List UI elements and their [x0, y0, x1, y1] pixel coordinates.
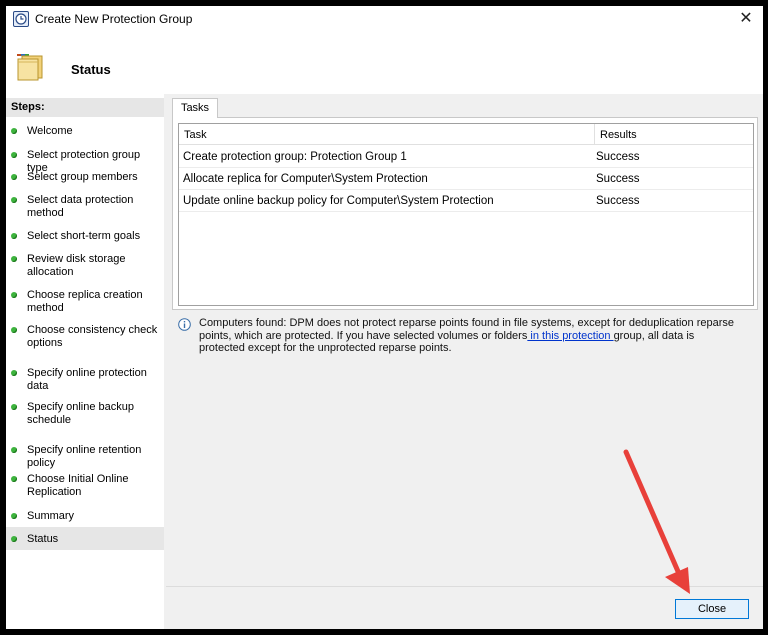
step-complete-icon — [11, 256, 17, 262]
step-complete-icon — [11, 233, 17, 239]
step-label: Specify online protection data — [27, 367, 147, 392]
step-complete-icon — [11, 370, 17, 376]
result-cell: Success — [596, 151, 640, 163]
step-complete-icon — [11, 447, 17, 453]
step-item-data-protection-method[interactable]: Select data protection method — [6, 194, 164, 220]
table-row[interactable]: Create protection group: Protection Grou… — [179, 146, 753, 168]
step-label: Summary — [27, 510, 75, 522]
step-label: Specify online backup schedule — [27, 401, 135, 426]
create-protection-group-dialog: Create New Protection Group ✕ Status Ste… — [6, 6, 763, 629]
result-cell: Success — [596, 173, 640, 185]
step-label: Select short-term goals — [27, 230, 141, 242]
step-label: Choose Initial Online Replication — [27, 473, 129, 498]
result-cell: Success — [596, 195, 640, 207]
step-label: Select group members — [27, 171, 138, 183]
step-label: Welcome — [27, 125, 73, 137]
task-cell: Allocate replica for Computer\System Pro… — [183, 173, 428, 185]
step-label: Review disk storage allocation — [27, 253, 126, 278]
info-text: Computers found: DPM does not protect re… — [199, 317, 739, 355]
task-cell: Update online backup policy for Computer… — [183, 195, 494, 207]
step-complete-icon — [11, 174, 17, 180]
step-item-online-retention-policy[interactable]: Specify online retention policy — [6, 444, 164, 470]
steps-panel: Steps: Welcome Select protection group t… — [6, 94, 164, 629]
column-header-task[interactable]: Task — [184, 129, 207, 141]
table-header: Task Results — [179, 124, 753, 145]
window-title: Create New Protection Group — [35, 12, 193, 26]
step-label: Choose replica creation method — [27, 289, 143, 314]
column-divider[interactable] — [594, 124, 595, 145]
step-complete-icon — [11, 128, 17, 134]
step-item-short-term-goals[interactable]: Select short-term goals — [6, 230, 164, 243]
step-complete-icon — [11, 404, 17, 410]
step-label: Status — [27, 533, 59, 545]
footer: Close — [166, 586, 763, 629]
step-complete-icon — [11, 152, 17, 158]
step-item-welcome[interactable]: Welcome — [6, 125, 164, 138]
step-item-online-protection-data[interactable]: Specify online protection data — [6, 367, 164, 393]
step-complete-icon — [11, 476, 17, 482]
title-bar: Create New Protection Group ✕ — [6, 6, 763, 32]
step-item-consistency-check[interactable]: Choose consistency check options — [6, 324, 164, 350]
window-close-icon[interactable]: ✕ — [737, 10, 755, 28]
table-row[interactable]: Allocate replica for Computer\System Pro… — [179, 168, 753, 190]
page-header: Status — [6, 32, 763, 94]
step-complete-icon — [11, 536, 17, 542]
app-clock-icon — [13, 11, 29, 27]
step-item-online-backup-schedule[interactable]: Specify online backup schedule — [6, 401, 164, 427]
step-complete-icon — [11, 327, 17, 333]
step-item-group-members[interactable]: Select group members — [6, 171, 164, 184]
step-label: Select data protection method — [27, 194, 134, 219]
info-icon — [178, 318, 191, 334]
column-header-results[interactable]: Results — [600, 129, 637, 141]
step-complete-icon — [11, 513, 17, 519]
step-item-replica-creation[interactable]: Choose replica creation method — [6, 289, 164, 315]
step-label: Specify online retention policy — [27, 444, 142, 469]
protection-group-link[interactable]: in this protection — [527, 330, 613, 342]
step-complete-icon — [11, 292, 17, 298]
tasks-table: Task Results Create protection group: Pr… — [178, 123, 754, 306]
close-button[interactable]: Close — [675, 599, 749, 619]
step-label: Choose consistency check options — [27, 324, 158, 349]
step-item-summary[interactable]: Summary — [6, 510, 164, 523]
tab-tasks[interactable]: Tasks — [172, 98, 218, 118]
task-cell: Create protection group: Protection Grou… — [183, 151, 407, 163]
table-row[interactable]: Update online backup policy for Computer… — [179, 190, 753, 212]
step-item-status[interactable]: Status — [6, 527, 164, 550]
tasks-panel: Task Results Create protection group: Pr… — [172, 117, 758, 310]
step-complete-icon — [11, 197, 17, 203]
steps-title: Steps: — [6, 98, 164, 117]
folder-stack-icon — [16, 53, 46, 84]
page-title: Status — [71, 62, 111, 77]
step-item-initial-online-replication[interactable]: Choose Initial Online Replication — [6, 473, 164, 499]
step-item-disk-storage[interactable]: Review disk storage allocation — [6, 253, 164, 279]
